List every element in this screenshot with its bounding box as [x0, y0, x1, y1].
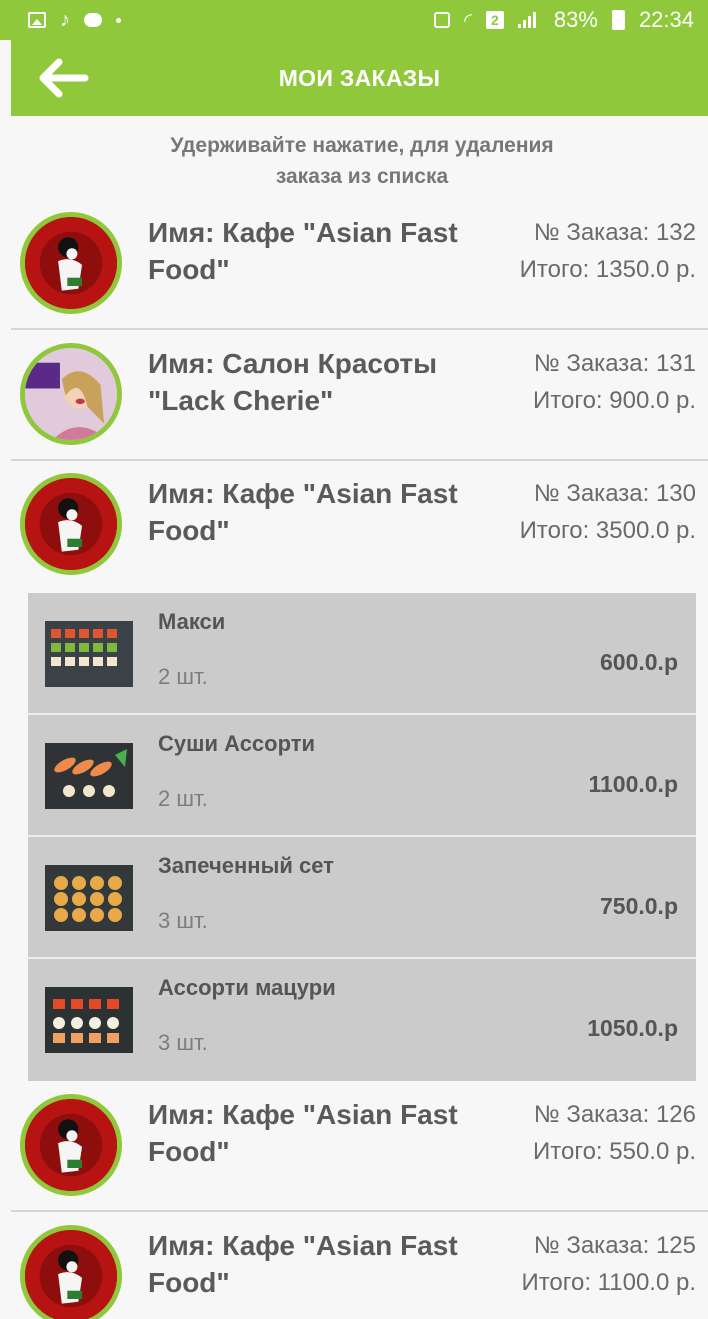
order-meta: № Заказа: 126 Итого: 550.0 р. — [533, 1096, 696, 1170]
item-price: 750.0.р — [600, 893, 678, 919]
status-bar: ♪ ◜ 2 83% 22:34 — [0, 0, 708, 40]
geisha-logo-icon — [20, 473, 122, 575]
wifi-icon: ◜ — [464, 9, 472, 32]
battery-saver-icon — [434, 12, 451, 28]
order-row[interactable]: Имя: Салон Красоты "Lack Cherie" № Заказ… — [11, 331, 708, 461]
order-row[interactable]: Имя: Кафе "Asian Fast Food" № Заказа: 12… — [11, 1082, 708, 1212]
battery-icon — [611, 10, 625, 30]
item-price: 1100.0.р — [588, 771, 678, 797]
order-meta: № Заказа: 125 Итого: 1100.0 р. — [521, 1227, 696, 1301]
item-quantity: 3 шт. — [158, 908, 208, 933]
order-number: № Заказа: 130 — [533, 480, 696, 507]
order-row[interactable]: Имя: Кафе "Asian Fast Food" № Заказа: 12… — [11, 1213, 708, 1319]
order-name: Имя: Кафе "Asian Fast Food" — [148, 1227, 488, 1301]
item-name: Суши Ассорти — [158, 731, 316, 756]
order-total: Итого: 1100.0 р. — [521, 1269, 696, 1296]
item-price: 600.0.р — [600, 649, 678, 675]
tiktok-icon: ♪ — [60, 8, 70, 31]
order-item[interactable]: Запеченный сет 3 шт. 750.0.р — [28, 837, 696, 959]
order-row-expanded[interactable]: Имя: Кафе "Asian Fast Food" № Заказа: 13… — [11, 461, 708, 591]
order-name-line-1: Имя: Кафе "Asian Fast — [148, 1230, 458, 1261]
sushi-assorted-image-icon — [45, 743, 133, 809]
order-name-line-1: Имя: Кафе "Asian Fast — [148, 217, 458, 248]
beauty-salon-photo-icon — [20, 343, 122, 445]
order-total: Итого: 900.0 р. — [533, 387, 696, 414]
order-number: № Заказа: 125 — [533, 1232, 696, 1259]
order-name-line-2: Food" — [148, 1136, 230, 1167]
app-bar: МОИ ЗАКАЗЫ — [11, 40, 708, 116]
order-name-line-2: Food" — [148, 1267, 230, 1298]
order-item[interactable]: Суши Ассорти 2 шт. 1100.0.р — [28, 715, 696, 837]
order-total: Итого: 3500.0 р. — [519, 517, 696, 544]
chat-icon — [84, 13, 102, 27]
hint-line-2: заказа из списка — [275, 165, 449, 188]
arrow-left-icon — [39, 58, 89, 98]
page-title: МОИ ЗАКАЗЫ — [278, 64, 441, 91]
order-item[interactable]: Ассорти мацури 3 шт. 1050.0.р — [28, 959, 696, 1081]
item-quantity: 2 шт. — [158, 786, 208, 811]
item-name: Макси — [158, 609, 226, 634]
order-number: № Заказа: 131 — [533, 350, 696, 377]
order-item[interactable]: Макси 2 шт. 600.0.р — [28, 593, 696, 715]
more-notifications-dot-icon — [116, 17, 121, 23]
item-quantity: 2 шт. — [158, 664, 208, 689]
delete-hint: Удерживайте нажатие, для удаления заказа… — [0, 130, 708, 192]
back-button[interactable] — [35, 54, 91, 102]
order-name-line-2: Food" — [148, 254, 230, 285]
matsuri-set-image-icon — [45, 987, 133, 1053]
order-row[interactable]: Имя: Кафе "Asian Fast Food" № Заказа: 13… — [11, 200, 708, 330]
order-name-line-1: Имя: Кафе "Asian Fast — [148, 478, 458, 509]
baked-set-image-icon — [45, 865, 133, 931]
order-number: № Заказа: 132 — [533, 219, 696, 246]
gallery-icon — [28, 12, 46, 28]
status-system: ◜ 2 83% 22:34 — [434, 7, 694, 33]
item-quantity: 3 шт. — [158, 1030, 208, 1055]
geisha-logo-icon — [20, 1225, 122, 1319]
order-number: № Заказа: 126 — [533, 1101, 696, 1128]
order-meta: № Заказа: 131 Итого: 900.0 р. — [533, 345, 696, 419]
order-items-list: Макси 2 шт. 600.0.р Суши Ассорти 2 шт. 1… — [28, 593, 696, 1081]
order-name: Имя: Кафе "Asian Fast Food" — [148, 1096, 488, 1170]
order-total: Итого: 1350.0 р. — [519, 256, 696, 283]
item-price: 1050.0.р — [587, 1015, 678, 1041]
signal-icon — [517, 12, 540, 28]
geisha-logo-icon — [20, 212, 122, 314]
order-name-line-1: Имя: Кафе "Asian Fast — [148, 1099, 458, 1130]
order-total: Итого: 550.0 р. — [533, 1138, 696, 1165]
order-name: Имя: Кафе "Asian Fast Food" — [148, 214, 488, 288]
order-name-line-2: Food" — [148, 515, 230, 546]
order-meta: № Заказа: 130 Итого: 3500.0 р. — [520, 475, 696, 549]
order-name-line-1: Имя: Салон Красоты — [148, 348, 437, 379]
geisha-logo-icon — [20, 1094, 122, 1196]
order-name: Имя: Салон Красоты "Lack Cherie" — [148, 345, 488, 419]
sushi-set-image-icon — [45, 621, 133, 687]
order-name: Имя: Кафе "Asian Fast Food" — [148, 475, 488, 549]
item-name: Запеченный сет — [158, 853, 334, 878]
order-meta: № Заказа: 132 Итого: 1350.0 р. — [520, 214, 696, 288]
battery-percent: 83% — [553, 7, 598, 32]
clock: 22:34 — [638, 7, 694, 32]
hint-line-1: Удерживайте нажатие, для удаления — [170, 134, 554, 157]
sim-icon: 2 — [485, 11, 504, 29]
item-name: Ассорти мацури — [158, 975, 336, 1000]
status-notifications: ♪ — [28, 9, 121, 32]
order-name-line-2: "Lack Cherie" — [148, 385, 334, 416]
